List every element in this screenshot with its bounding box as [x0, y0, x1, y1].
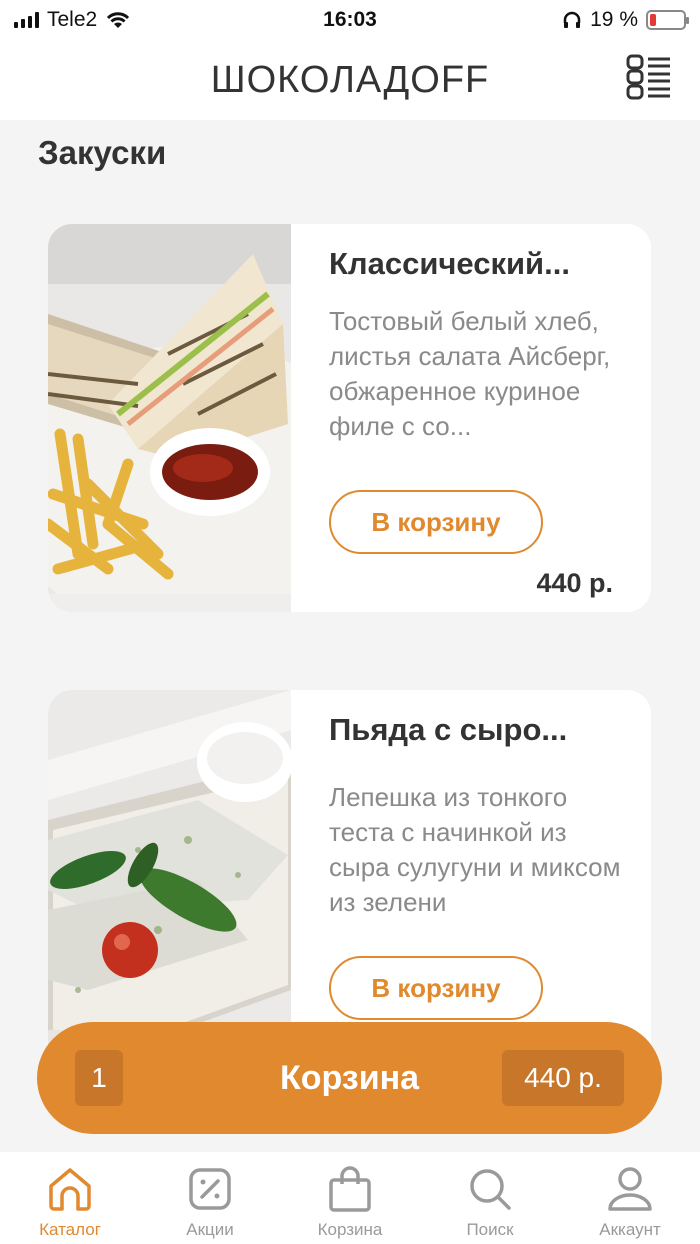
- tab-label: Каталог: [39, 1220, 101, 1239]
- product-card[interactable]: Классический... Тостовый белый хлеб, лис…: [48, 224, 651, 612]
- cart-total: 440 р.: [502, 1050, 624, 1106]
- status-left: Tele2: [14, 8, 131, 32]
- product-name: Пьяда с сыро...: [329, 712, 568, 747]
- tab-label: Акции: [186, 1220, 234, 1239]
- product-info: Классический... Тостовый белый хлеб, лис…: [329, 246, 629, 479]
- wifi-icon: [107, 12, 130, 28]
- battery-icon: [646, 10, 689, 30]
- section-title: Закуски: [38, 134, 167, 171]
- product-description: Тостовый белый хлеб, листья салата Айсбе…: [329, 306, 611, 441]
- product-image-sandwich: [48, 224, 291, 612]
- carrier-label: Tele2: [47, 8, 98, 31]
- tab-label: Аккаунт: [599, 1220, 661, 1239]
- app-header: ШОКОЛАДOFF: [0, 40, 700, 120]
- product-name: Классический...: [329, 246, 570, 281]
- search-icon: [470, 1169, 511, 1210]
- add-to-cart-button[interactable]: В корзину: [329, 956, 543, 1020]
- signal-icon: [14, 12, 39, 28]
- product-description: Лепешка из тонкого теста с начинкой из с…: [329, 782, 621, 917]
- tab-account[interactable]: Аккаунт: [570, 1164, 690, 1240]
- add-to-cart-button[interactable]: В корзину: [329, 490, 543, 554]
- status-right: 19 %: [562, 8, 689, 32]
- tab-catalog[interactable]: Каталог: [10, 1164, 130, 1240]
- product-image-piadina: [48, 690, 291, 1078]
- cart-summary-button[interactable]: 1 Корзина 440 р.: [37, 1022, 662, 1134]
- list-view-icon[interactable]: [626, 54, 672, 100]
- bag-icon: [329, 1166, 371, 1212]
- clock: 16:03: [323, 8, 377, 31]
- tab-label: Поиск: [466, 1220, 514, 1239]
- cart-label: Корзина: [279, 1058, 420, 1097]
- product-card[interactable]: Пьяда с сыро... Лепешка из тонкого теста…: [48, 690, 651, 1078]
- headphones-icon: [563, 11, 581, 28]
- home-icon: [49, 1168, 91, 1211]
- status-bar: Tele2 16:03 19 %: [0, 0, 700, 40]
- tab-label: Корзина: [317, 1220, 383, 1239]
- product-info: Пьяда с сыро... Лепешка из тонкого теста…: [329, 712, 629, 955]
- product-price: 440 р.: [536, 568, 613, 598]
- percent-icon: [189, 1168, 231, 1210]
- app-title: ШОКОЛАДOFF: [210, 58, 490, 101]
- tab-cart[interactable]: Корзина: [290, 1164, 410, 1240]
- cart-item-count: 1: [75, 1050, 123, 1106]
- tab-promotions[interactable]: Акции: [150, 1164, 270, 1240]
- tab-search[interactable]: Поиск: [430, 1164, 550, 1240]
- bottom-tab-bar: Каталог Акции Корзина Поиск Аккаунт: [0, 1152, 700, 1244]
- user-icon: [608, 1167, 652, 1211]
- battery-percent: 19 %: [590, 8, 638, 31]
